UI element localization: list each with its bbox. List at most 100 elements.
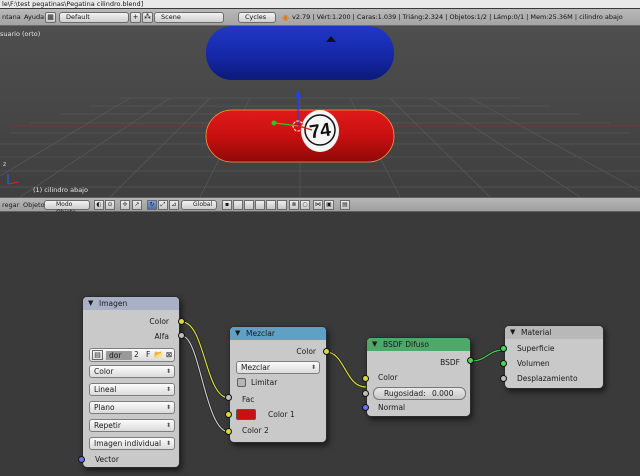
scale-icon[interactable]: ⤢ bbox=[158, 200, 168, 210]
bsdf-color-input-label: Color bbox=[378, 373, 398, 382]
color1-swatch[interactable] bbox=[236, 409, 256, 420]
bsdf-normal-input-label: Normal bbox=[378, 403, 406, 412]
image-users-count[interactable]: 2 bbox=[134, 350, 139, 359]
svg-text:z: z bbox=[3, 161, 6, 168]
scene-selector[interactable]: Scene bbox=[154, 12, 224, 23]
image-texture-node[interactable]: ▼ Imagen Color Alfa ▤ dor 2 F 📂 ⊠ Color ⬍ … bbox=[82, 296, 180, 468]
snap-target-icon[interactable]: ▣ bbox=[324, 200, 334, 210]
layer-6-icon[interactable] bbox=[277, 200, 287, 210]
layout-selector[interactable]: Default bbox=[59, 12, 129, 23]
viewport-scene: 74 z bbox=[0, 26, 640, 197]
scene-statistics: v2.79 | Vért:1.200 | Caras:1.039 | Trián… bbox=[292, 13, 623, 21]
layer-5-icon[interactable] bbox=[266, 200, 276, 210]
unlink-image-icon[interactable]: ⊠ bbox=[166, 350, 172, 359]
mix-color2-input-socket[interactable] bbox=[225, 428, 232, 435]
layer-1-icon[interactable]: ▪ bbox=[222, 200, 232, 210]
image-node-header[interactable]: ▼ Imagen bbox=[83, 297, 179, 310]
menu-add[interactable]: regar bbox=[2, 198, 19, 212]
displacement-input-label: Desplazamiento bbox=[517, 374, 578, 383]
snap-icon[interactable]: ⋈ bbox=[313, 200, 323, 210]
image-browse-icon[interactable]: ▤ bbox=[92, 350, 103, 360]
mix-fac-input-socket[interactable] bbox=[225, 394, 232, 401]
viewport-shading-icon[interactable]: ◐ bbox=[94, 200, 104, 210]
screen-layout-icon[interactable]: ▦ bbox=[45, 12, 56, 23]
volume-input-label: Volumen bbox=[517, 359, 550, 368]
menu-help[interactable]: Ayuda bbox=[24, 9, 44, 26]
bsdf-output-socket[interactable] bbox=[467, 357, 474, 364]
mode-selector[interactable]: Modo Objeto bbox=[44, 200, 90, 216]
node-editor[interactable]: ▼ Imagen Color Alfa ▤ dor 2 F 📂 ⊠ Color ⬍ … bbox=[0, 212, 640, 476]
image-name-field[interactable]: dor bbox=[106, 351, 132, 360]
bsdf-roughness-input-socket[interactable] bbox=[362, 390, 369, 397]
active-object-status: (1) cilindro abajo bbox=[33, 186, 88, 194]
image-alpha-output-label: Alfa bbox=[154, 332, 169, 341]
menu-window[interactable]: ntana bbox=[2, 9, 21, 26]
roughness-label: Rugosidad: bbox=[384, 389, 426, 398]
clamp-label: Limitar bbox=[251, 378, 278, 387]
open-image-icon[interactable]: 📂 bbox=[154, 350, 163, 359]
image-source-dropdown[interactable]: Imagen individual ⬍ bbox=[89, 437, 175, 450]
surface-input-label: Superficie bbox=[517, 344, 555, 353]
material-displacement-input-socket[interactable] bbox=[500, 375, 507, 382]
sticker-number: 74 bbox=[308, 120, 332, 144]
mix-node-header[interactable]: ▼ Mezclar bbox=[230, 327, 326, 340]
scene-icon[interactable]: ⁂ bbox=[142, 12, 153, 23]
roughness-value[interactable]: 0.000 bbox=[432, 388, 453, 399]
image-vector-input-label: Vector bbox=[95, 455, 119, 464]
material-volume-input-socket[interactable] bbox=[500, 360, 507, 367]
clamp-checkbox[interactable] bbox=[237, 378, 246, 387]
material-surface-input-socket[interactable] bbox=[500, 345, 507, 352]
diffuse-bsdf-node[interactable]: ▼ BSDF Difuso BSDF Color Rugosidad: 0.000… bbox=[366, 337, 471, 417]
pivot-point-icon[interactable]: ⊙ bbox=[105, 200, 115, 210]
3d-viewport[interactable]: 74 z suario (orto) (1) cilindro abajo bbox=[0, 26, 640, 197]
add-layout-icon[interactable]: + bbox=[130, 12, 141, 23]
image-color-output-socket[interactable] bbox=[178, 318, 185, 325]
window-title-bar: le\F:\test pegatinas\Pegatina cilindro.b… bbox=[0, 0, 640, 8]
translate-icon[interactable]: ↗ bbox=[132, 200, 142, 210]
fake-user-button[interactable]: F bbox=[146, 350, 150, 359]
image-alpha-output-socket[interactable] bbox=[178, 332, 185, 339]
orientation-selector[interactable]: Global bbox=[181, 200, 217, 210]
material-node-header[interactable]: ▼ Material bbox=[505, 326, 603, 339]
color2-input-label: Color 2 bbox=[242, 426, 269, 435]
interpolation-dropdown[interactable]: Lineal ⬍ bbox=[89, 383, 175, 396]
blender-logo-icon: ◉ bbox=[282, 13, 289, 22]
fac-input-label: Fac bbox=[242, 395, 255, 404]
layer-3-icon[interactable] bbox=[244, 200, 254, 210]
mix-color-output-socket[interactable] bbox=[323, 348, 330, 355]
bsdf-node-header[interactable]: ▼ BSDF Difuso bbox=[367, 338, 470, 351]
layer-4-icon[interactable] bbox=[255, 200, 265, 210]
extension-dropdown[interactable]: Repetir ⬍ bbox=[89, 419, 175, 432]
blue-cylinder bbox=[206, 26, 394, 80]
image-color-output-label: Color bbox=[149, 317, 169, 326]
bsdf-output-label: BSDF bbox=[440, 358, 460, 367]
mix-color-output-label: Color bbox=[296, 347, 316, 356]
bsdf-color-input-socket[interactable] bbox=[362, 375, 369, 382]
material-output-node[interactable]: ▼ Material Superficie Volumen Desplazamie… bbox=[504, 325, 604, 389]
roughness-field[interactable]: Rugosidad: 0.000 bbox=[373, 387, 466, 400]
manipulator-toggle-icon[interactable]: ✢ bbox=[120, 200, 130, 210]
image-datablock-selector[interactable]: ▤ dor 2 F 📂 ⊠ bbox=[89, 348, 175, 362]
color-space-dropdown[interactable]: Color ⬍ bbox=[89, 365, 175, 378]
lock-camera-icon[interactable]: ⊗ bbox=[289, 200, 299, 210]
info-header: ntana Ayuda ▦ Default + ⁂ Scene Cycles ◉… bbox=[0, 9, 640, 26]
image-vector-input-socket[interactable] bbox=[78, 456, 85, 463]
view-axis-icon: z bbox=[3, 161, 19, 185]
render-preview-icon[interactable]: ▤ bbox=[340, 200, 350, 210]
rotate-icon[interactable]: ↻ bbox=[147, 200, 157, 210]
window-title: le\F:\test pegatinas\Pegatina cilindro.b… bbox=[2, 0, 144, 8]
blend-type-dropdown[interactable]: Mezclar ⬍ bbox=[236, 361, 320, 374]
mix-color1-input-socket[interactable] bbox=[225, 411, 232, 418]
render-engine-selector[interactable]: Cycles bbox=[238, 12, 276, 23]
bsdf-normal-input-socket[interactable] bbox=[362, 404, 369, 411]
menu-object[interactable]: Objeto bbox=[23, 198, 45, 212]
transform-space-icon[interactable]: ⊿ bbox=[169, 200, 179, 210]
sticker-decal: 74 bbox=[301, 110, 339, 152]
mix-rgb-node[interactable]: ▼ Mezclar Color Mezclar ⬍ Limitar Fac Colo… bbox=[229, 326, 327, 443]
red-cylinder bbox=[205, 109, 395, 163]
projection-dropdown[interactable]: Plano ⬍ bbox=[89, 401, 175, 414]
layer-2-icon[interactable] bbox=[233, 200, 243, 210]
color1-input-label: Color 1 bbox=[268, 410, 295, 419]
3d-view-header: regar Objeto Modo Objeto ◐ ⊙ ✢ ↗ ↻ ⤢ ⊿ G… bbox=[0, 197, 640, 216]
proportional-edit-icon[interactable]: ○ bbox=[300, 200, 310, 210]
